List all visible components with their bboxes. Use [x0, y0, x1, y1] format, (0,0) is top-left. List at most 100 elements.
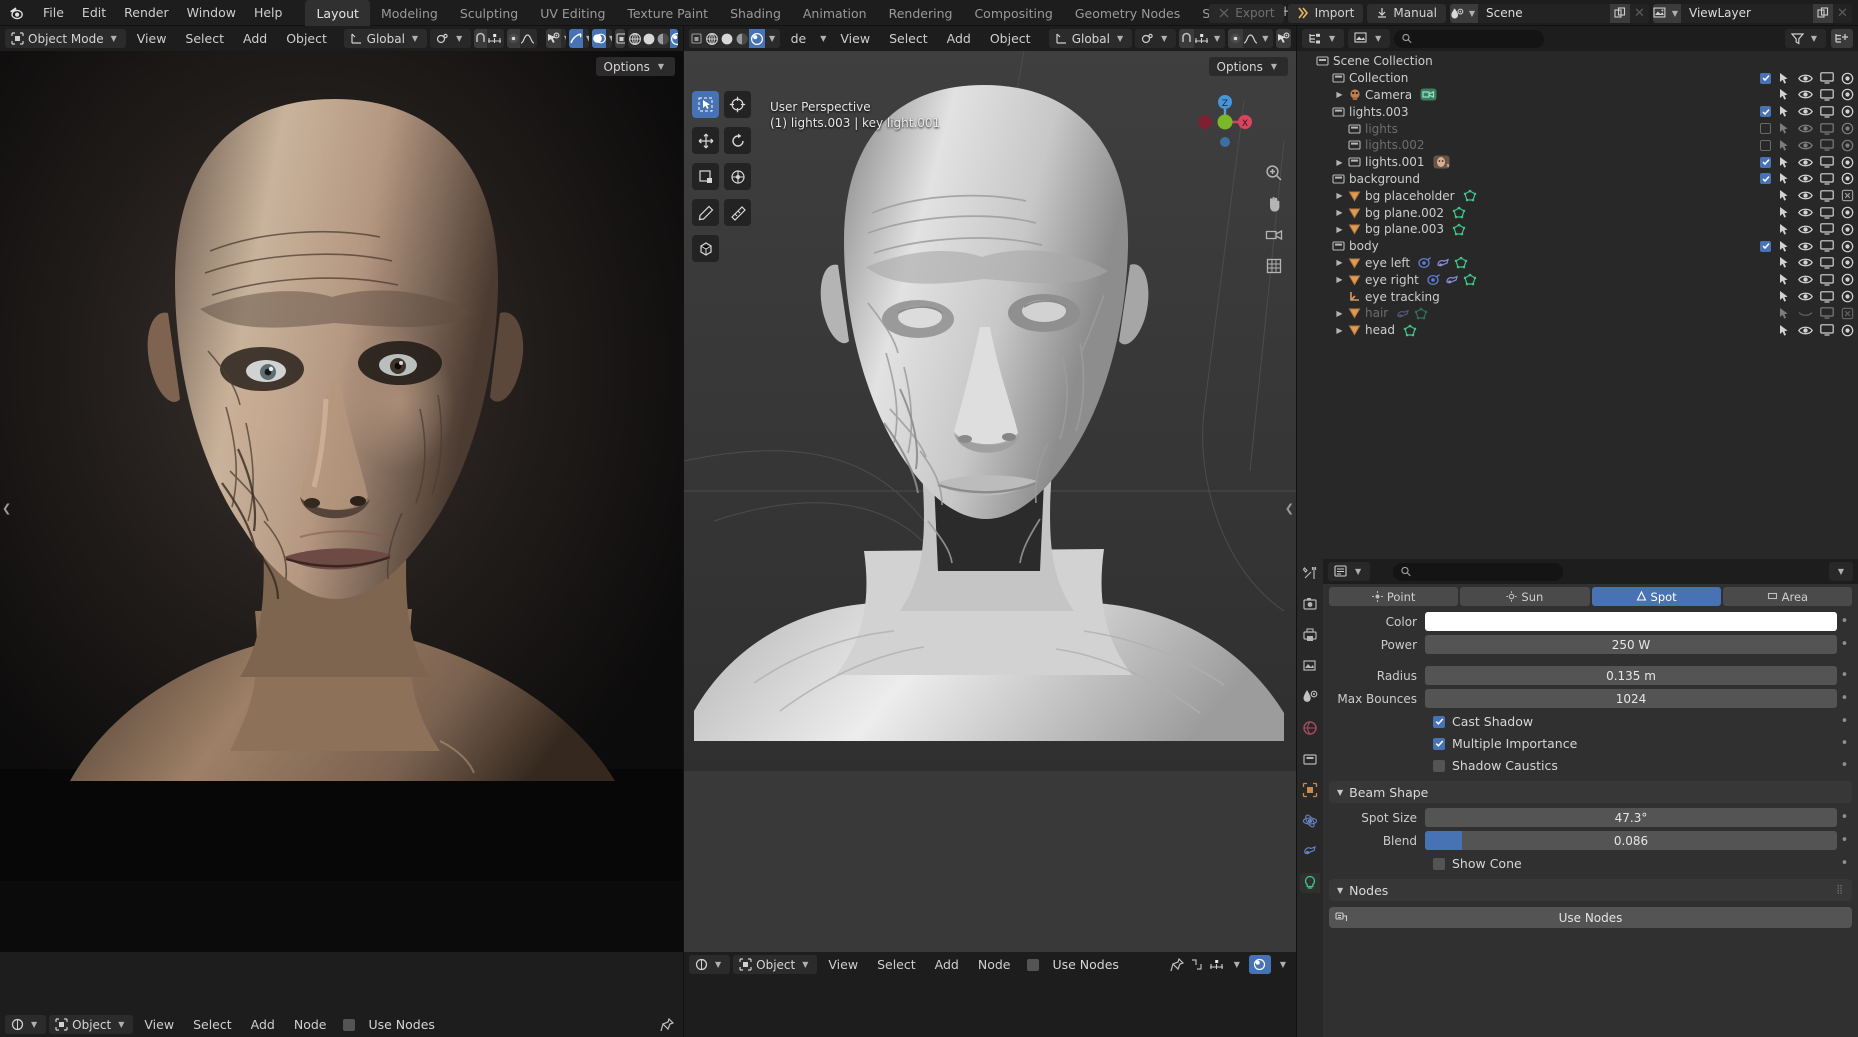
restrict-select-icon[interactable]	[1778, 172, 1791, 185]
tool-cursor[interactable]	[724, 91, 751, 118]
multiple-importance-checkbox[interactable]	[1433, 738, 1445, 750]
restrict-eye-icon[interactable]	[1798, 140, 1813, 151]
workspace-tab-sculpting[interactable]: Sculpting	[449, 0, 529, 26]
restrict-camera-icon[interactable]	[1841, 156, 1854, 169]
new-collection-icon[interactable]	[1831, 29, 1853, 48]
mid-shader-type-selector[interactable]: Object ▼	[733, 955, 817, 974]
restrict-select-icon[interactable]	[1778, 105, 1791, 118]
tool-add-cube[interactable]	[692, 235, 719, 262]
outliner-row[interactable]: ▶Camera	[1297, 87, 1858, 104]
restrict-eye-icon[interactable]	[1798, 89, 1813, 100]
chevron-down-icon[interactable]: ▼	[502, 29, 504, 48]
blender-logo-icon[interactable]	[6, 3, 28, 23]
max-bounces-animate-dot[interactable]: •	[1837, 691, 1852, 706]
outliner-search-input[interactable]	[1417, 32, 1536, 46]
mid-viewport[interactable]: User Perspective (1) lights.003 | key li…	[684, 51, 1296, 952]
node-editor-type-selector[interactable]: ▼	[5, 1015, 46, 1034]
mesh-data-icon[interactable]	[1452, 223, 1466, 236]
chevron-down-icon[interactable]: ▼	[535, 29, 537, 48]
restrict-screen-icon[interactable]	[1820, 257, 1834, 269]
output-icon[interactable]	[1300, 625, 1320, 645]
remove-scene-button[interactable]: ✕	[1630, 4, 1649, 23]
outliner-exclude-checkbox[interactable]	[1760, 123, 1771, 134]
camera-data-icon[interactable]	[1420, 88, 1437, 101]
snap-node-icon[interactable]	[1190, 958, 1203, 971]
restrict-camera-icon[interactable]	[1841, 240, 1854, 253]
shading-solid-icon[interactable]	[642, 29, 656, 48]
restrict-eye-icon[interactable]	[1798, 123, 1813, 134]
workspace-tab-layout[interactable]: Layout	[305, 0, 370, 26]
restrict-camera-icon[interactable]	[1841, 223, 1854, 236]
navigation-gizmo[interactable]: Z X	[1194, 91, 1256, 153]
radius-animate-dot[interactable]: •	[1837, 668, 1852, 683]
menu-render[interactable]: Render	[115, 3, 178, 22]
mid-mode-truncated-label[interactable]: de	[783, 29, 815, 48]
gizmo-icon[interactable]	[569, 29, 583, 48]
pivot-point-selector[interactable]: ▼	[430, 29, 471, 48]
mid-xray-icon[interactable]	[689, 29, 704, 48]
outliner-row[interactable]: ▶eye left	[1297, 255, 1858, 272]
restrict-camera-icon[interactable]	[1841, 290, 1854, 303]
mid-node-node-menu[interactable]: Node	[970, 955, 1019, 974]
restrict-screen-icon[interactable]	[1820, 274, 1834, 286]
use-nodes-checkbox[interactable]	[343, 1019, 355, 1031]
restrict-screen-icon[interactable]	[1820, 291, 1834, 303]
multiple-importance-row[interactable]: Multiple Importance •	[1329, 734, 1852, 753]
select-menu[interactable]: Select	[177, 29, 232, 48]
scene-selector[interactable]: ▼ Scene ✕	[1450, 4, 1649, 23]
max-bounces-value[interactable]: 1024	[1425, 689, 1837, 708]
mid-node-view-menu[interactable]: View	[820, 955, 866, 974]
beam-shape-panel-header[interactable]: ▼ Beam Shape	[1329, 781, 1852, 803]
restrict-camera-icon[interactable]	[1841, 105, 1854, 118]
chevron-down-icon[interactable]: ▼	[1258, 29, 1273, 48]
outliner-exclude-checkbox[interactable]	[1760, 157, 1771, 168]
blend-animate-dot[interactable]: •	[1837, 833, 1852, 848]
disclosure-triangle-icon[interactable]: ▶	[1333, 158, 1346, 167]
show-gizmo-icon[interactable]	[546, 29, 561, 48]
mid-transform-orientation-selector[interactable]: Global ▼	[1049, 29, 1132, 48]
outliner-row[interactable]: ▶lights.001s	[1297, 154, 1858, 171]
mid-proportional-edit-icon[interactable]	[1228, 29, 1243, 48]
shadow-caustics-animate-dot[interactable]: •	[1837, 758, 1852, 773]
disclosure-triangle-icon[interactable]: ▶	[1333, 258, 1346, 267]
chevron-down-icon[interactable]: ▼	[1277, 960, 1289, 969]
export-button[interactable]: Export	[1209, 4, 1283, 23]
cast-shadow-animate-dot[interactable]: •	[1837, 714, 1852, 729]
use-nodes-toggle[interactable]: Use Nodes	[343, 1017, 434, 1032]
restrict-camera-icon[interactable]	[1841, 256, 1854, 269]
tool-transform[interactable]	[724, 163, 751, 190]
light-type-spot[interactable]: Spot	[1592, 587, 1721, 606]
mid-use-nodes-toggle[interactable]: Use Nodes	[1027, 957, 1118, 972]
mode-selector[interactable]: Object Mode ▼	[5, 29, 126, 48]
workspace-tab-animation[interactable]: Animation	[792, 0, 878, 26]
outliner-filter-type-selector[interactable]: ▼	[1348, 29, 1390, 48]
mesh-data-icon[interactable]	[1452, 206, 1466, 219]
mid-shading-rendered-icon[interactable]	[749, 29, 764, 48]
restrict-select-icon[interactable]	[1778, 256, 1791, 269]
chevron-down-icon[interactable]: ▼	[561, 29, 566, 48]
show-cone-checkbox[interactable]	[1433, 858, 1445, 870]
restrict-screen-icon[interactable]	[1820, 240, 1834, 252]
collection-properties-icon[interactable]	[1300, 749, 1320, 769]
show-cone-row[interactable]: Show Cone •	[1329, 854, 1852, 873]
outliner-exclude-checkbox[interactable]	[1760, 173, 1771, 184]
magnet-icon[interactable]	[474, 29, 487, 48]
cast-shadow-checkbox[interactable]	[1433, 716, 1445, 728]
spot-size-value[interactable]: 47.3°	[1425, 808, 1837, 827]
mid-node-add-menu[interactable]: Add	[927, 955, 967, 974]
restrict-eye-icon[interactable]	[1798, 73, 1813, 84]
menu-help[interactable]: Help	[245, 3, 292, 22]
color-swatch[interactable]	[1425, 612, 1837, 631]
outliner-row[interactable]: ▶eye right	[1297, 271, 1858, 288]
mesh-data-icon[interactable]	[1454, 256, 1468, 269]
data-light-icon[interactable]	[1300, 873, 1320, 893]
spot-size-animate-dot[interactable]: •	[1837, 810, 1852, 825]
menu-file[interactable]: File	[34, 3, 73, 22]
restrict-eye-icon[interactable]	[1798, 224, 1813, 235]
outliner-row[interactable]: ▶head	[1297, 322, 1858, 339]
restrict-camera-icon[interactable]	[1841, 139, 1854, 152]
world-icon[interactable]	[1300, 718, 1320, 738]
mesh-data-icon[interactable]	[1463, 189, 1477, 202]
restrict-camera-icon[interactable]	[1841, 172, 1854, 185]
outliner-row[interactable]: ▶bg plane.002	[1297, 204, 1858, 221]
